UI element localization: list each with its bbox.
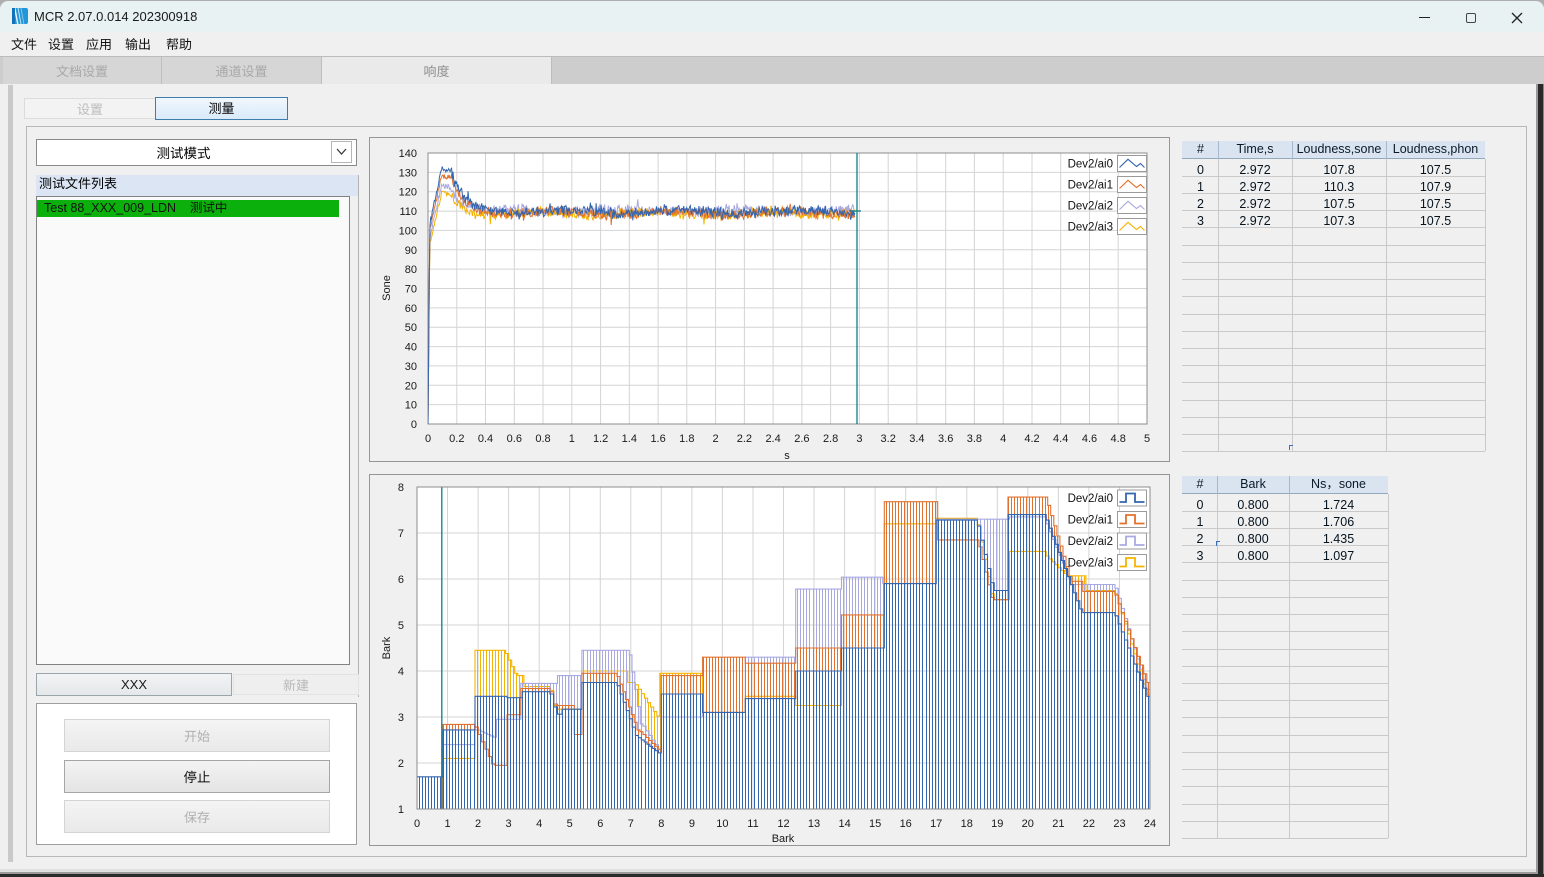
svg-text:s: s [784,450,790,462]
svg-text:21: 21 [1052,818,1064,830]
svg-text:15: 15 [869,818,881,830]
svg-text:4.2: 4.2 [1024,433,1039,445]
svg-text:1: 1 [398,804,404,816]
svg-text:0.6: 0.6 [507,433,522,445]
svg-text:Sone: Sone [381,275,393,301]
svg-text:10: 10 [405,400,417,412]
svg-text:5: 5 [1144,433,1150,445]
svg-text:22: 22 [1083,818,1095,830]
svg-text:1: 1 [569,433,575,445]
svg-text:Dev2/ai1: Dev2/ai1 [1068,515,1113,527]
svg-text:8: 8 [398,482,404,494]
svg-text:1.6: 1.6 [650,433,665,445]
svg-text:12: 12 [777,818,789,830]
svg-text:5: 5 [398,620,404,632]
svg-text:2: 2 [398,758,404,770]
svg-text:120: 120 [399,187,417,199]
svg-text:Dev2/ai3: Dev2/ai3 [1068,222,1113,234]
svg-text:0: 0 [425,433,431,445]
svg-text:3.8: 3.8 [967,433,982,445]
svg-text:13: 13 [808,818,820,830]
svg-text:Dev2/ai0: Dev2/ai0 [1068,493,1113,505]
svg-text:10: 10 [716,818,728,830]
svg-text:20: 20 [405,380,417,392]
svg-text:Bark: Bark [381,636,393,659]
svg-text:20: 20 [1022,818,1034,830]
svg-text:2: 2 [713,433,719,445]
svg-text:18: 18 [961,818,973,830]
svg-text:90: 90 [405,245,417,257]
svg-text:Dev2/ai2: Dev2/ai2 [1068,536,1113,548]
svg-text:11: 11 [747,818,758,830]
svg-text:50: 50 [405,322,417,334]
svg-text:4.4: 4.4 [1053,433,1068,445]
svg-text:2.4: 2.4 [765,433,780,445]
svg-text:23: 23 [1113,818,1125,830]
svg-text:14: 14 [838,818,850,830]
svg-text:100: 100 [399,225,417,237]
svg-text:19: 19 [991,818,1003,830]
svg-text:5: 5 [567,818,573,830]
svg-text:3.2: 3.2 [881,433,896,445]
svg-text:60: 60 [405,303,417,315]
svg-text:70: 70 [405,284,417,296]
svg-text:Dev2/ai3: Dev2/ai3 [1068,558,1113,570]
svg-text:30: 30 [405,361,417,373]
svg-text:24: 24 [1144,818,1156,830]
svg-text:6: 6 [597,818,603,830]
svg-text:4: 4 [536,818,542,830]
svg-text:140: 140 [399,148,417,160]
svg-text:8: 8 [658,818,664,830]
svg-text:17: 17 [930,818,942,830]
svg-text:0: 0 [414,818,420,830]
svg-text:1.4: 1.4 [622,433,637,445]
svg-text:2.6: 2.6 [794,433,809,445]
svg-text:2: 2 [475,818,481,830]
svg-text:4: 4 [1000,433,1006,445]
svg-text:0.2: 0.2 [449,433,464,445]
svg-text:16: 16 [900,818,912,830]
svg-text:3: 3 [506,818,512,830]
svg-text:Dev2/ai1: Dev2/ai1 [1068,180,1113,192]
svg-text:3.4: 3.4 [909,433,924,445]
svg-text:7: 7 [398,528,404,540]
svg-text:4.6: 4.6 [1082,433,1097,445]
svg-text:Dev2/ai0: Dev2/ai0 [1068,159,1113,171]
svg-text:Bark: Bark [772,833,795,845]
svg-text:3.6: 3.6 [938,433,953,445]
svg-text:1.2: 1.2 [593,433,608,445]
svg-text:4: 4 [398,666,404,678]
svg-text:2.8: 2.8 [823,433,838,445]
svg-text:3: 3 [856,433,862,445]
svg-text:3: 3 [398,712,404,724]
svg-text:1.8: 1.8 [679,433,694,445]
svg-text:7: 7 [628,818,634,830]
svg-text:4.8: 4.8 [1111,433,1126,445]
svg-text:9: 9 [689,818,695,830]
svg-text:0: 0 [411,419,417,431]
svg-text:80: 80 [405,264,417,276]
svg-text:2.2: 2.2 [737,433,752,445]
svg-text:1: 1 [444,818,450,830]
svg-text:130: 130 [399,167,417,179]
svg-text:0.8: 0.8 [535,433,550,445]
svg-text:40: 40 [405,342,417,354]
svg-text:110: 110 [399,206,417,218]
svg-text:6: 6 [398,574,404,586]
svg-text:0.4: 0.4 [478,433,493,445]
svg-text:Dev2/ai2: Dev2/ai2 [1068,201,1113,213]
